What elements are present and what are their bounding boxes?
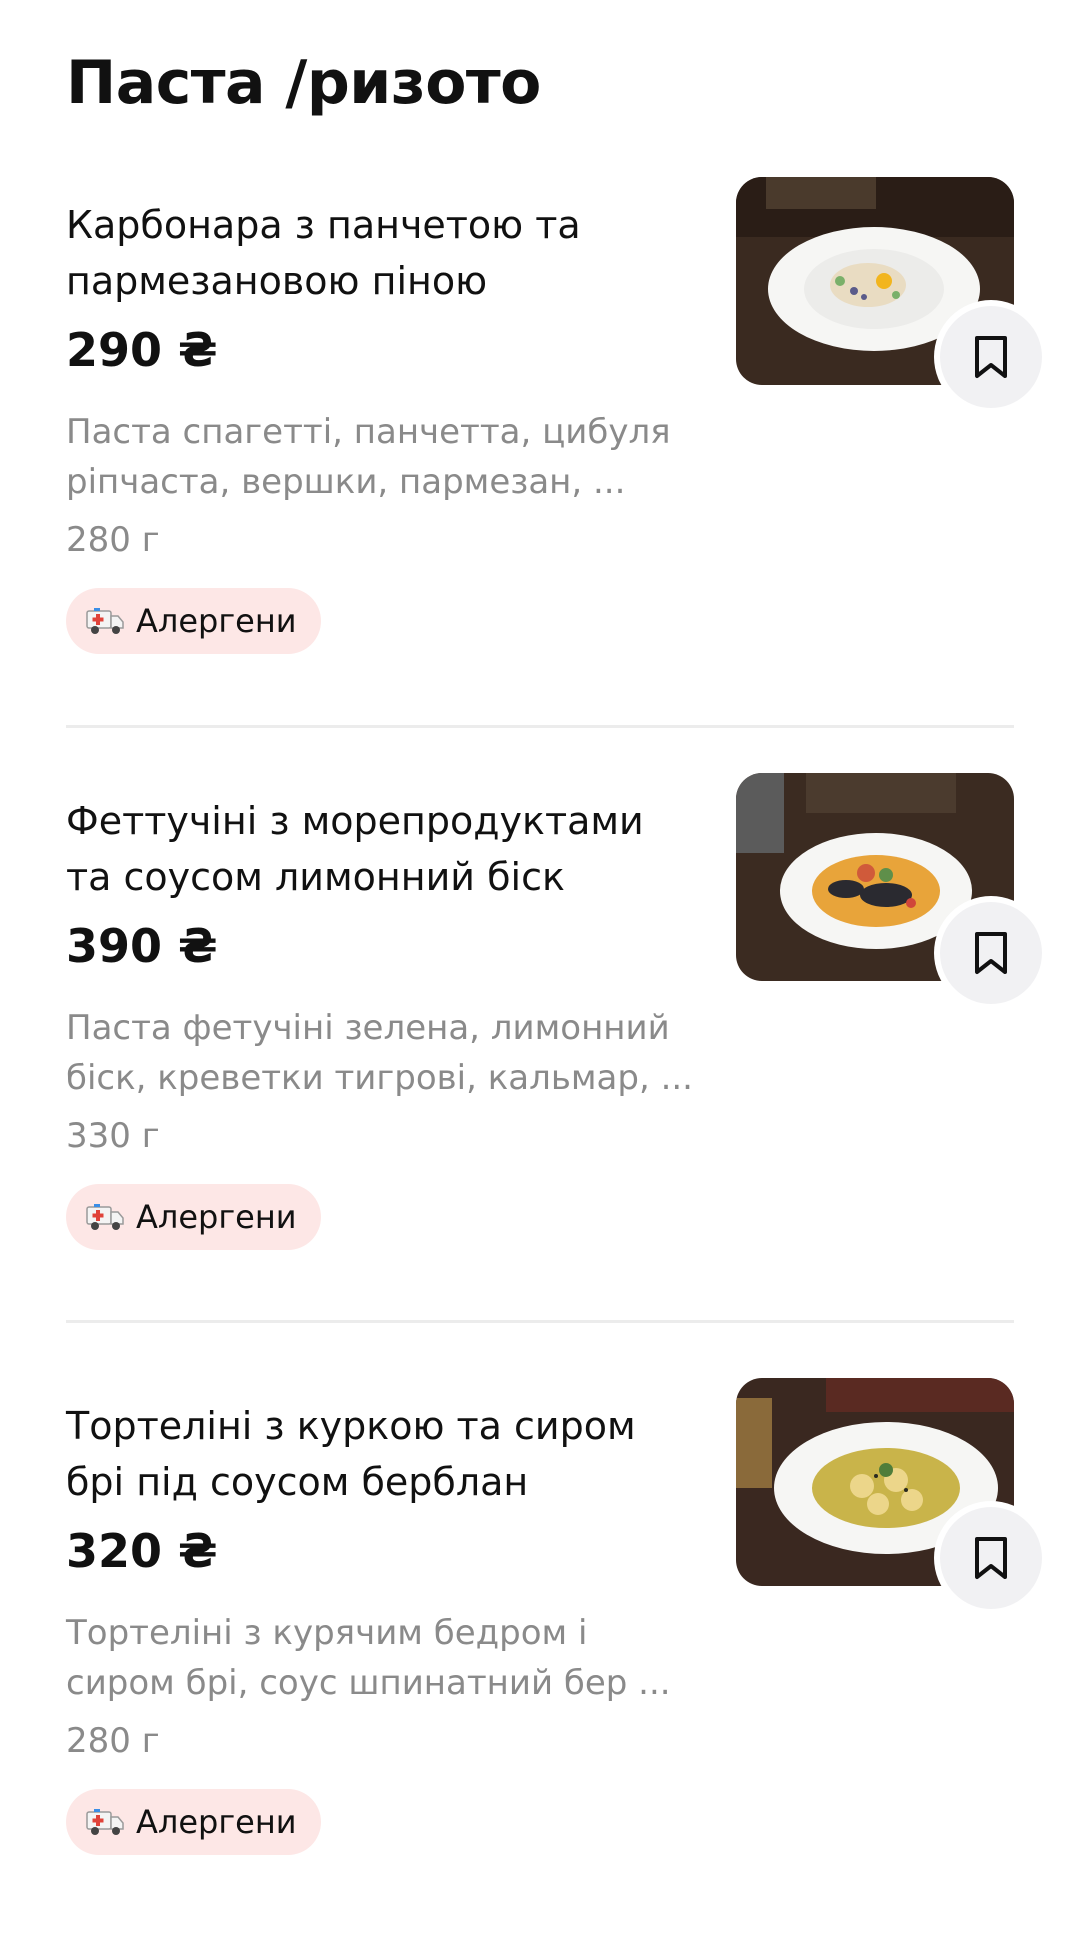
dish-price: 320 ₴ <box>66 1524 218 1578</box>
menu-item[interactable]: Феттучіні з морепродуктами та соусом лим… <box>0 773 1080 1353</box>
dish-price: 290 ₴ <box>66 323 218 377</box>
dish-description: Тортеліні з курячим бедром і сиром брі, … <box>66 1613 671 1703</box>
bookmark-icon <box>975 1537 1007 1579</box>
ambulance-icon <box>86 1809 124 1835</box>
allergens-label: Алергени <box>136 1198 297 1236</box>
dish-description: Паста спагетті, панчетта, цибуля ріпчаст… <box>66 412 671 502</box>
bookmark-icon <box>975 932 1007 974</box>
bookmark-button[interactable] <box>940 306 1042 408</box>
allergens-button[interactable]: Алергени <box>66 1184 321 1250</box>
bookmark-icon <box>975 336 1007 378</box>
allergens-button[interactable]: Алергени <box>66 1789 321 1855</box>
allergens-label: Алергени <box>136 602 297 640</box>
dish-price: 390 ₴ <box>66 919 218 973</box>
dish-description: Паста фетучіні зелена, лимонний біск, кр… <box>66 1008 693 1098</box>
allergens-button[interactable]: Алергени <box>66 588 321 654</box>
menu-item[interactable]: Тортеліні з куркою та сиром брі під соус… <box>0 1378 1080 1958</box>
divider <box>66 725 1014 728</box>
menu-item[interactable]: Карбонара з панчетою та пармезановою пін… <box>0 177 1080 757</box>
menu-page: Паста /ризото Карбонара з панчетою та па… <box>0 0 1080 1920</box>
bookmark-button[interactable] <box>940 1507 1042 1609</box>
dish-name: Карбонара з панчетою та пармезановою пін… <box>66 203 581 303</box>
ambulance-icon <box>86 1204 124 1230</box>
dish-name: Феттучіні з морепродуктами та соусом лим… <box>66 799 644 899</box>
ambulance-icon <box>86 608 124 634</box>
section-title: Паста /ризото <box>66 48 541 118</box>
dish-weight: 330 г <box>66 1116 160 1156</box>
bookmark-button[interactable] <box>940 902 1042 1004</box>
dish-weight: 280 г <box>66 1721 160 1761</box>
dish-weight: 280 г <box>66 520 160 560</box>
allergens-label: Алергени <box>136 1803 297 1841</box>
divider <box>66 1320 1014 1323</box>
dish-name: Тортеліні з куркою та сиром брі під соус… <box>66 1404 636 1504</box>
